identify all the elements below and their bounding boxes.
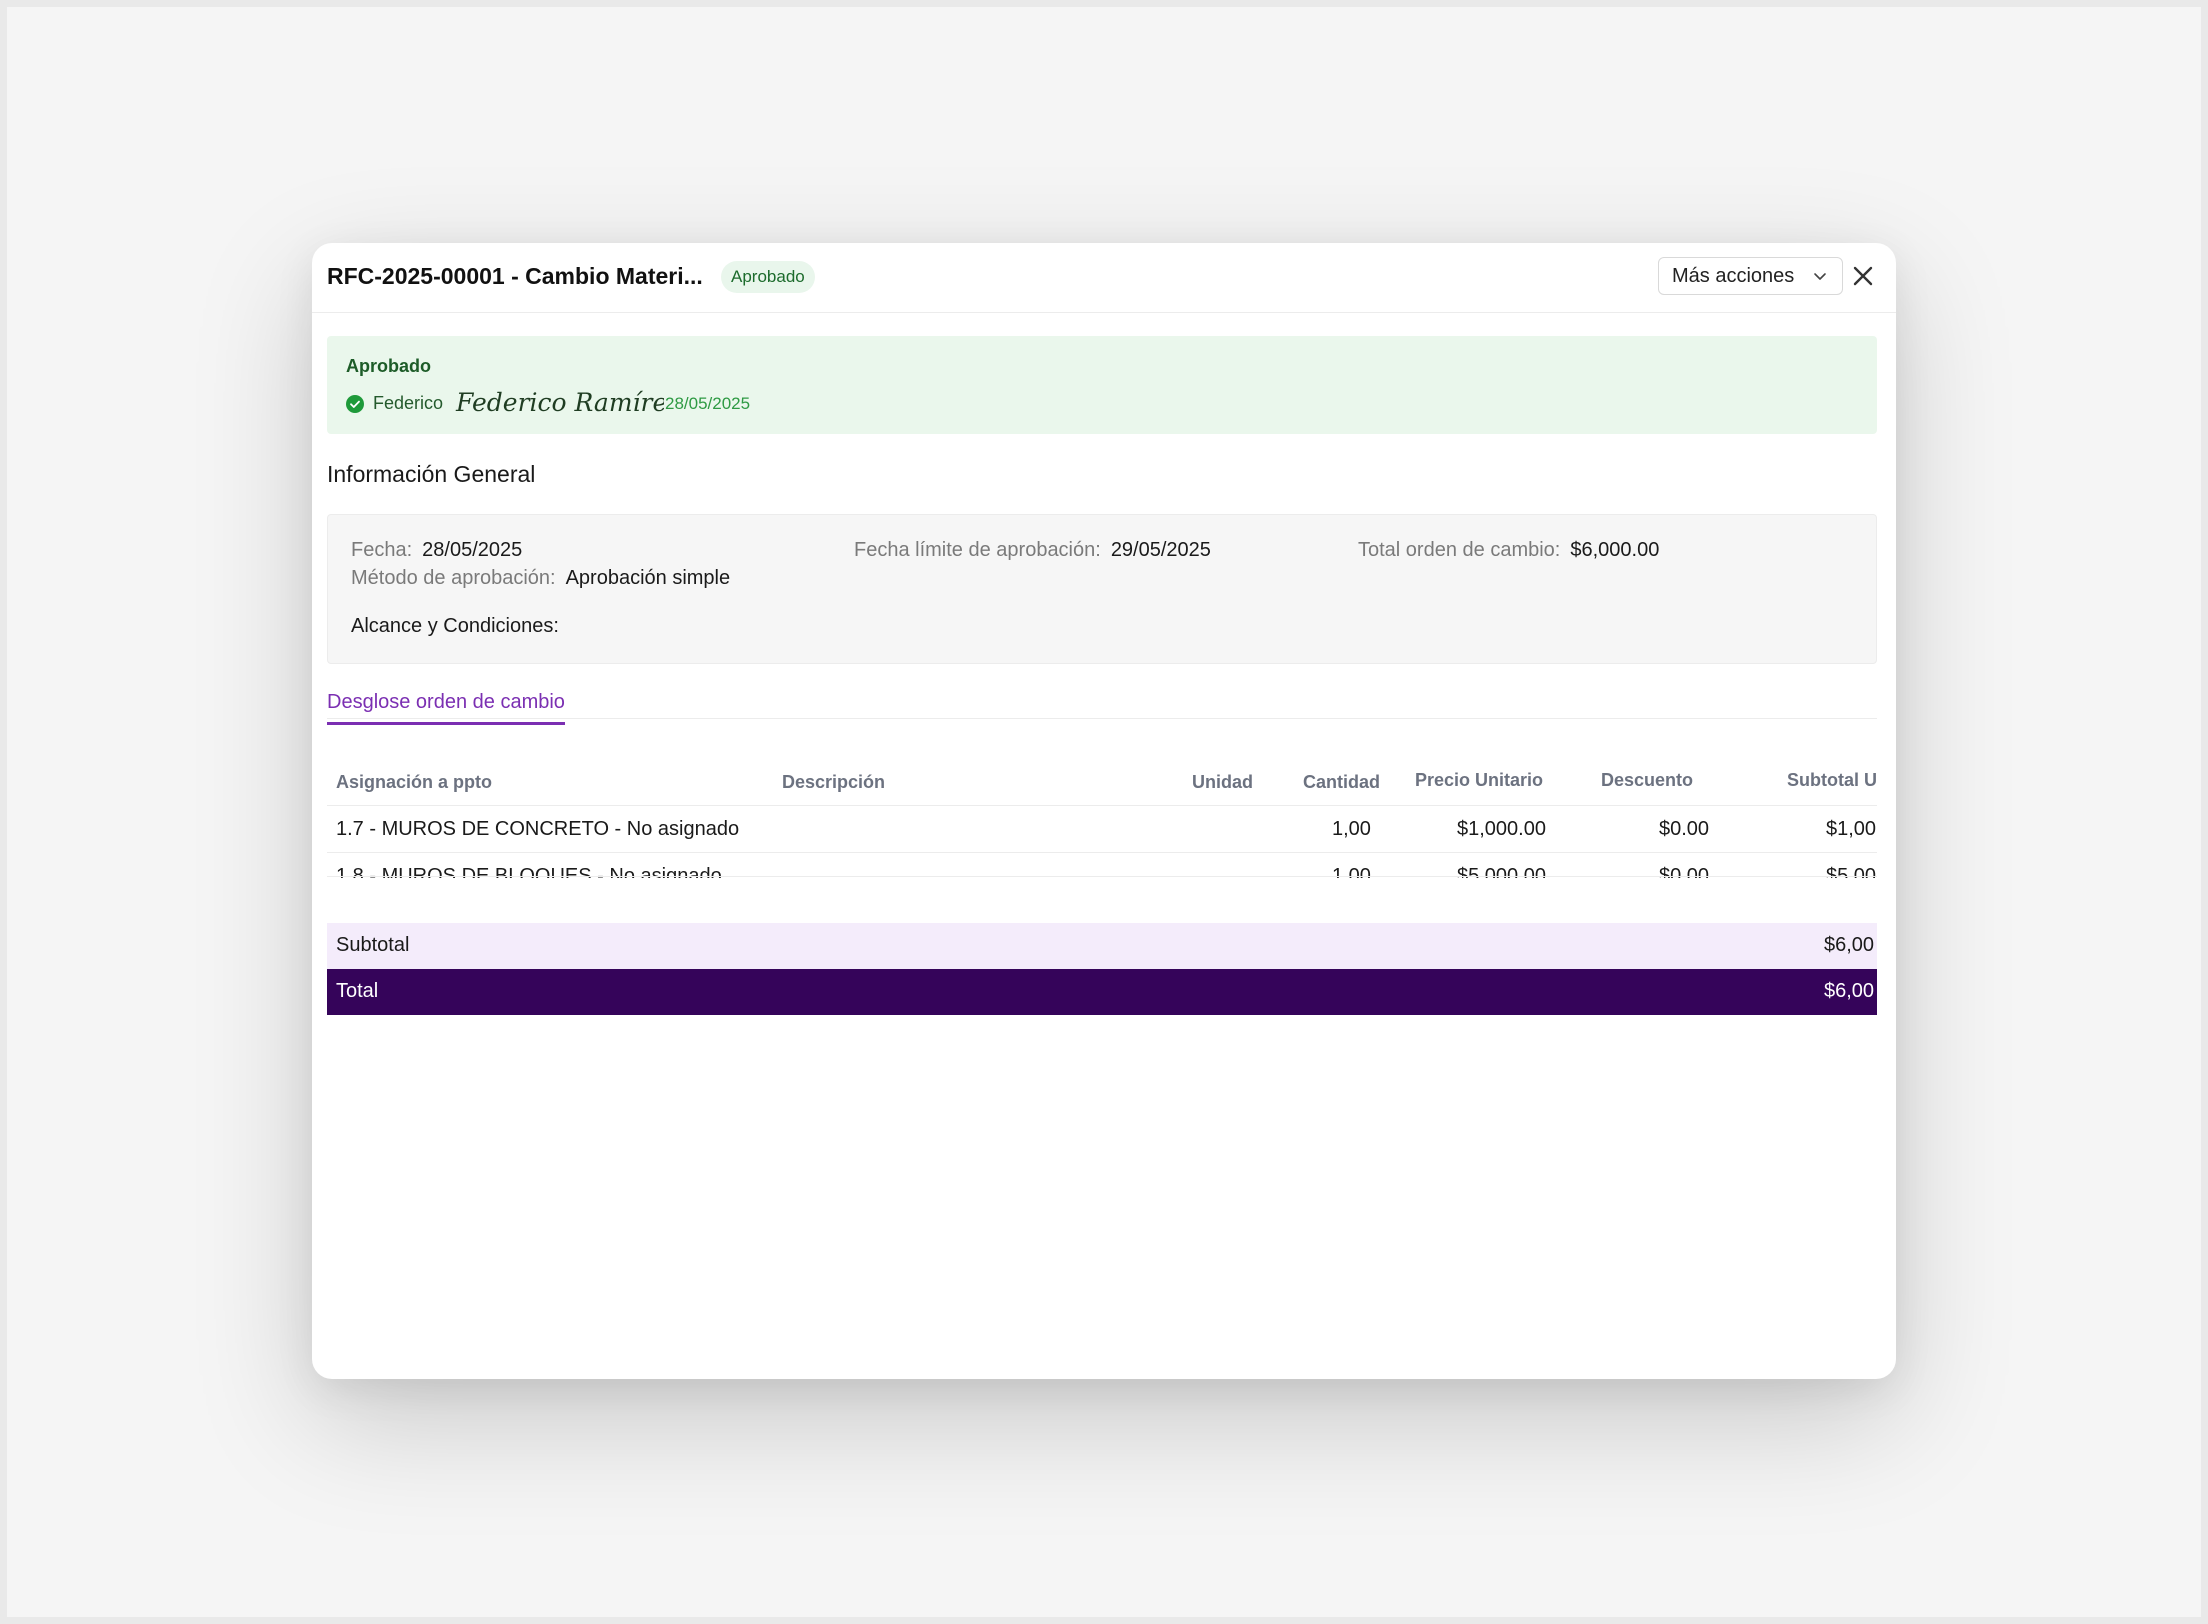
table-row[interactable]: 1.7 - MUROS DE CONCRETO - No asignado 1,…	[327, 805, 1877, 852]
cell-asignacion: 1.7 - MUROS DE CONCRETO - No asignado	[336, 818, 740, 840]
column-header-asignacion[interactable]: Asignación a ppto	[336, 772, 492, 793]
cell-precio: $1,000.00	[1457, 818, 1546, 840]
svg-text:Federico Ramírez c: Federico Ramírez c	[455, 388, 664, 417]
column-header-precio-unitario[interactable]: Precio Unitario	[1415, 770, 1543, 791]
info-method-value: Aprobación simple	[565, 567, 731, 589]
column-header-subtotal[interactable]: Subtotal US	[1787, 770, 1877, 791]
info-total-label: Total orden de cambio:	[1358, 539, 1561, 561]
approver-name: Federico	[373, 393, 444, 413]
info-method-label: Método de aprobación:	[351, 567, 556, 589]
info-total-value: $6,000.00	[1570, 539, 1660, 561]
more-actions-button[interactable]: Más acciones	[1658, 257, 1843, 295]
change-order-modal: RFC-2025-00001 - Cambio Materi... Aproba…	[312, 243, 1896, 1379]
info-deadline-value: 29/05/2025	[1110, 539, 1211, 561]
info-deadline-label: Fecha límite de aprobación:	[854, 539, 1101, 561]
modal-title: RFC-2025-00001 - Cambio Materi...	[327, 263, 703, 289]
general-info-panel: Fecha: 28/05/2025 Fecha límite de aprobac…	[327, 514, 1877, 664]
total-label: Total	[336, 980, 379, 1002]
subtotal-row: Subtotal $6,00	[327, 923, 1877, 969]
subtotal-label: Subtotal	[336, 934, 410, 956]
info-date-label: Fecha:	[351, 539, 413, 561]
approver-signature: Federico Ramírez c	[455, 388, 664, 417]
tab-change-order-breakdown[interactable]: Desglose orden de cambio	[327, 691, 565, 725]
subtotal-value: $6,00	[1824, 934, 1875, 956]
chevron-down-icon	[1814, 273, 1826, 280]
info-total: Total orden de cambio: $6,000.00	[1358, 539, 1659, 562]
modal-header: RFC-2025-00001 - Cambio Materi... Aproba…	[312, 243, 1896, 313]
cell-descuento: $0.00	[1659, 818, 1710, 840]
column-header-descripcion[interactable]: Descripción	[782, 772, 885, 793]
column-header-cantidad[interactable]: Cantidad	[1303, 772, 1380, 793]
info-date-value: 28/05/2025	[422, 539, 523, 561]
scope-label: Alcance y Condiciones:	[351, 615, 559, 637]
check-circle-icon	[346, 395, 364, 413]
info-method: Método de aprobación: Aprobación simple	[351, 567, 730, 590]
cell-subtotal: $1,00	[1826, 818, 1877, 840]
approval-date: 28/05/2025	[665, 394, 751, 413]
column-header-unidad[interactable]: Unidad	[1192, 772, 1253, 793]
total-value: $6,00	[1824, 980, 1875, 1002]
more-actions-label: Más acciones	[1672, 264, 1795, 287]
tab-bar: Desglose orden de cambio	[327, 691, 1877, 725]
approval-title: Aprobado	[346, 356, 431, 376]
info-deadline: Fecha límite de aprobación: 29/05/2025	[854, 539, 1211, 562]
column-header-descuento[interactable]: Descuento	[1601, 770, 1693, 791]
info-date: Fecha: 28/05/2025	[351, 539, 522, 562]
breakdown-table: Asignación a ppto Descripción Unidad Can…	[327, 748, 1877, 878]
status-badge: Aprobado	[721, 261, 815, 293]
table-row[interactable]: 1.8 - MUROS DE BLOQUES - No asignado 1,0…	[327, 852, 1877, 878]
table-bottom-divider	[327, 876, 1877, 877]
section-title-general-info: Información General	[327, 461, 536, 487]
approval-status-panel: Aprobado Federico Federico Ramírez c 28/…	[327, 336, 1877, 434]
cell-cantidad: 1,00	[1332, 818, 1371, 840]
total-row: Total $6,00	[327, 969, 1877, 1015]
close-icon[interactable]	[1850, 263, 1876, 289]
